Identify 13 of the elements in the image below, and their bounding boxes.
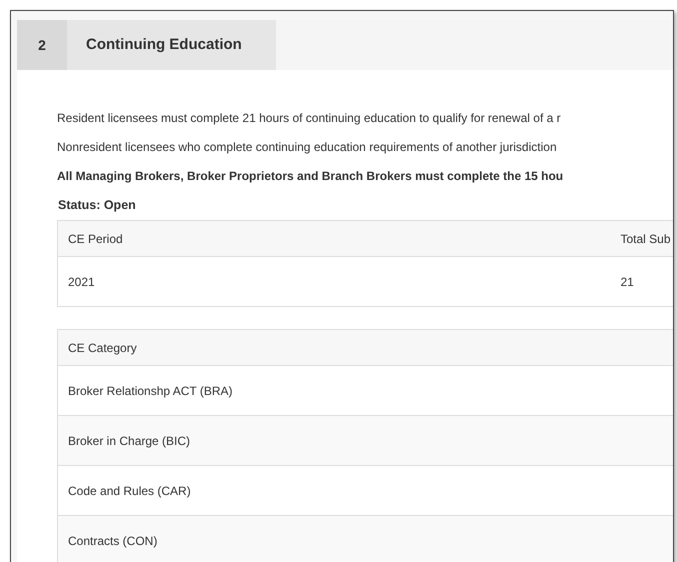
step-number: 2: [17, 20, 67, 70]
column-header: CE Category: [58, 330, 673, 366]
table-cell: 2021: [58, 256, 610, 306]
table-cell: Contracts (CON): [58, 516, 673, 562]
table-cell: Broker in Charge (BIC): [58, 416, 673, 466]
column-header: Total Sub: [610, 220, 673, 256]
status-label: Status: Open: [58, 197, 137, 214]
section-title: Continuing Education: [67, 20, 276, 70]
paragraph: Resident licensees must complete 21 hours of continuing education to qualify for renewal of a r: [57, 110, 562, 127]
notice-text: All Managing Brokers, Broker Proprietors and Branch Brokers must complete the 15 hou: [57, 168, 564, 185]
table-cell: 21: [610, 256, 673, 306]
paragraph: Nonresident licensees who complete continuing education requirements of another jurisdiction: [57, 139, 558, 156]
column-header: CE Period: [58, 220, 610, 256]
